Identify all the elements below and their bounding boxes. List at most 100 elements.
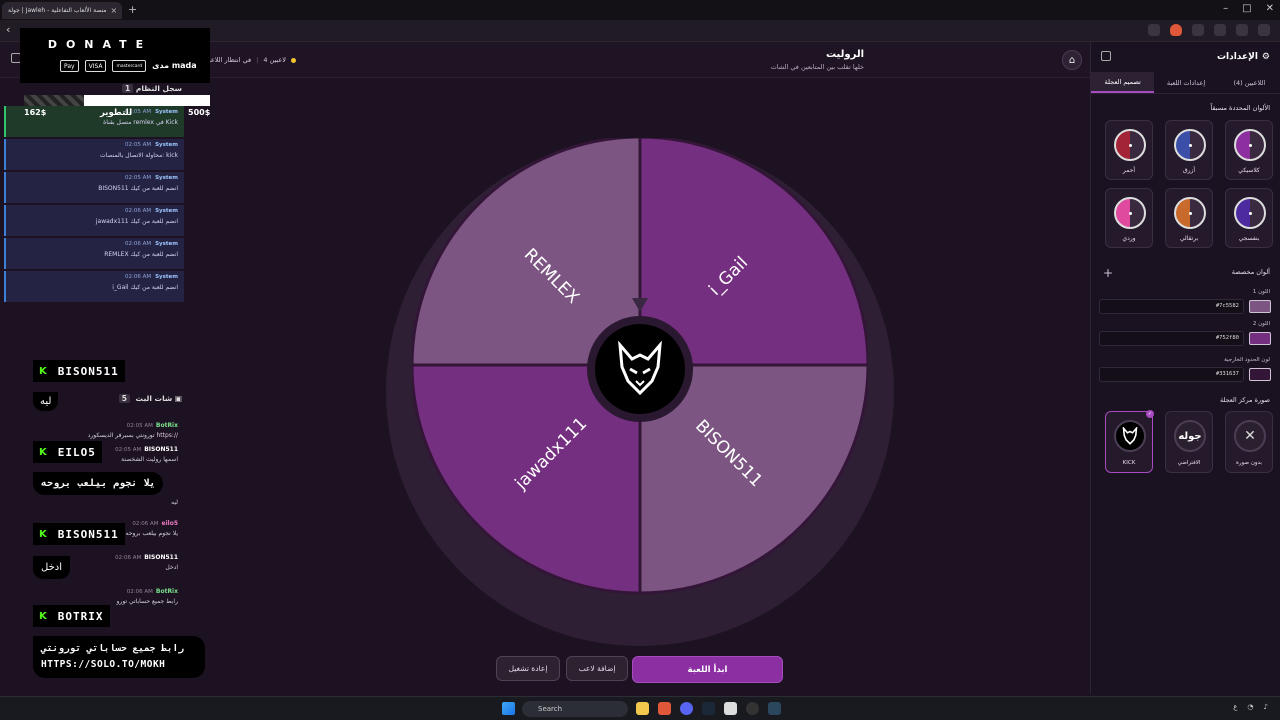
color1-field[interactable]: #7c5582 — [1099, 299, 1244, 314]
back-button[interactable]: ‹ — [6, 23, 10, 36]
windows-start-icon[interactable] — [502, 702, 515, 715]
minimize-icon[interactable]: – — [1223, 3, 1228, 14]
new-tab-button[interactable]: + — [128, 3, 137, 16]
overlay-chat-name: K BISON511 — [33, 523, 125, 545]
preset-label: برتقالي — [1179, 235, 1199, 242]
color1-swatch[interactable] — [1249, 300, 1271, 313]
log-item: 02:06 AM System i_Gail انضم للعبة من كيك — [4, 271, 184, 302]
chat-time: 02:06 AM — [126, 589, 153, 595]
home-button[interactable]: ⌂ — [1062, 50, 1082, 70]
log-meta: 02:05 AM System — [12, 142, 178, 148]
tab-wheel-design[interactable]: تصميم العجلة — [1091, 72, 1155, 93]
log-time: 02:06 AM — [124, 241, 152, 247]
wolf-logo-icon — [1114, 420, 1146, 452]
center-option-kick[interactable]: ✓ KICK — [1105, 410, 1154, 473]
brave-shield-icon[interactable] — [1170, 24, 1182, 36]
chat-text: ليه — [171, 499, 178, 506]
discord-icon[interactable] — [680, 702, 693, 715]
preset-2[interactable]: أحمر — [1105, 120, 1153, 180]
center-option-label: بدون صورة — [1236, 460, 1262, 466]
center-option-default[interactable]: جوله الافتراضي — [1165, 411, 1213, 473]
tab-close-icon[interactable]: × — [111, 6, 118, 15]
wheel-hub[interactable] — [587, 316, 693, 422]
volume-icon[interactable]: ♪ — [1264, 703, 1268, 711]
start-game-button[interactable]: ابدأ اللعبة — [632, 656, 783, 683]
tab-players[interactable]: اللاعبين (4) — [1218, 72, 1280, 93]
preset-1[interactable]: أزرق — [1165, 120, 1213, 180]
brave-browser-icon[interactable] — [658, 702, 671, 715]
app-root: في انتظار اللاعبين | 4 لاعبين الروليت خل… — [0, 42, 1280, 694]
tab-game-settings[interactable]: إعدادات اللعبة — [1154, 72, 1217, 93]
maximize-icon[interactable]: □ — [1242, 3, 1251, 14]
log-time: 02:05 AM — [124, 142, 152, 148]
kick-icon: K — [39, 446, 48, 458]
wolf-logo-icon — [595, 324, 685, 414]
overlay-username: BISON511 — [57, 364, 119, 378]
chat-user: BotRix — [155, 588, 178, 595]
steam-icon[interactable] — [702, 702, 715, 715]
jawleh-logo-icon: جوله — [1174, 420, 1206, 452]
system-log-title: سجل النظام — [135, 84, 182, 93]
color2-swatch[interactable] — [1249, 332, 1271, 345]
log-time: 02:06 AM — [124, 208, 152, 214]
center-image-heading: صورة مركز العجلة — [1219, 396, 1270, 404]
close-icon: ✕ — [1234, 420, 1266, 452]
preset-4[interactable]: برتقالي — [1165, 188, 1213, 248]
close-window-icon[interactable]: ✕ — [1266, 3, 1274, 14]
replay-button[interactable]: إعادة تشغيل — [496, 656, 560, 681]
kick-icon: K — [39, 610, 48, 622]
log-message: REMLEX انضم للعبة من كيك — [104, 251, 178, 258]
overlay-chat-message: يلا نجوم بيلعب بروحه — [33, 472, 164, 495]
preset-0[interactable]: كلاسيكي — [1225, 120, 1273, 180]
extensions-icon[interactable] — [1192, 24, 1204, 36]
system-tray: ع ◔ ♪ — [1233, 703, 1268, 711]
log-meta: 02:06 AM System — [12, 241, 178, 247]
mada-icon: مدى mada — [152, 61, 197, 70]
tray-language[interactable]: ع — [1233, 703, 1237, 711]
obs-icon[interactable] — [746, 702, 759, 715]
preset-label: وردي — [1122, 235, 1136, 242]
chat-text: رابط جميع حساباتي تورو — [116, 598, 178, 605]
overlay-link: HTTPS://SOLO.TO/MOKH — [41, 659, 166, 670]
player-count: 4 لاعبين — [263, 56, 286, 64]
border-color-field[interactable]: #331637 — [1099, 367, 1244, 382]
share-icon[interactable] — [1148, 24, 1160, 36]
selected-check-icon: ✓ — [1146, 410, 1154, 418]
menu-icon[interactable] — [1258, 24, 1270, 36]
gear-icon: ⚙ — [1261, 52, 1270, 62]
wifi-icon[interactable]: ◔ — [1247, 703, 1253, 711]
preset-label: أزرق — [1182, 167, 1196, 174]
wheel-pointer-icon — [632, 298, 648, 312]
color2-field[interactable]: #752f80 — [1099, 331, 1244, 346]
settings-title: الإعدادات ⚙ — [1217, 52, 1270, 62]
log-source: System — [155, 208, 178, 214]
custom-colors-heading: ألوان مخصصة — [1231, 268, 1270, 276]
preset-3[interactable]: بنفسجي — [1225, 188, 1273, 248]
log-time: 02:06 AM — [124, 274, 152, 280]
add-player-button[interactable]: إضافة لاعب — [566, 656, 628, 681]
goal-target: 500$ — [188, 108, 211, 117]
toolbar-icons — [1148, 24, 1270, 36]
color2-label: اللون 2 — [1252, 321, 1270, 327]
chat-user: BISON511 — [144, 554, 178, 561]
kick-icon: K — [39, 528, 48, 540]
browser-tab[interactable]: جولة | Jawleh - منصة الألعاب التفاعلية × — [2, 2, 122, 19]
center-option-none[interactable]: ✕ بدون صورة — [1225, 411, 1273, 473]
taskbar-search[interactable]: Search — [522, 701, 628, 717]
sidebar-toggle-icon[interactable] — [1214, 24, 1226, 36]
collapse-panel-icon[interactable] — [1101, 51, 1111, 61]
color-swatch-icon — [1114, 197, 1146, 229]
overlay-username: BISON511 — [57, 527, 119, 541]
border-color-swatch[interactable] — [1249, 368, 1271, 381]
preset-label: بنفسجي — [1238, 235, 1260, 242]
log-message: jawadx111 انضم للعبة من كيك — [95, 218, 178, 225]
log-message: i_Gail انضم للعبة من كيك — [112, 284, 178, 291]
chat-time: 02:05 AM — [126, 423, 153, 429]
file-explorer-icon[interactable] — [636, 702, 649, 715]
calendar-icon[interactable] — [724, 702, 737, 715]
steam-alt-icon[interactable] — [768, 702, 781, 715]
add-color-icon[interactable]: + — [1103, 266, 1113, 280]
log-message: محاولة الاتصال بالمنصات: kick — [100, 152, 178, 159]
preset-5[interactable]: وردي — [1105, 188, 1153, 248]
wallet-icon[interactable] — [1236, 24, 1248, 36]
